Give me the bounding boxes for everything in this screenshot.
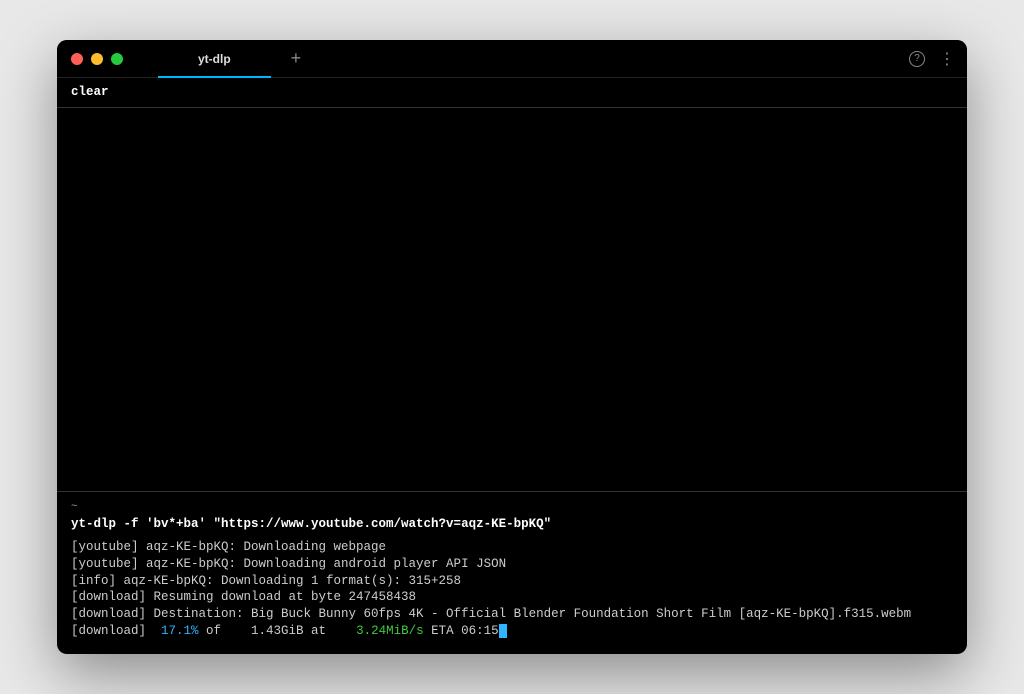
new-tab-button[interactable]: + [291,48,302,69]
progress-line: [download] 17.1% of 1.43GiB at 3.24MiB/s… [71,623,953,640]
output-line: [youtube] aqz-KE-bpKQ: Downloading andro… [71,556,953,573]
tab-bar: yt-dlp + [158,40,301,77]
output-line: [download] Resuming download at byte 247… [71,589,953,606]
terminal-window: yt-dlp + ? ⋮ clear ~ yt-dlp -f 'bv*+ba' … [57,40,967,654]
tab-active[interactable]: yt-dlp [158,41,271,78]
output-line: [download] Destination: Big Buck Bunny 6… [71,606,953,623]
plus-icon: + [291,48,302,68]
terminal-body[interactable]: clear ~ yt-dlp -f 'bv*+ba' "https://www.… [57,78,967,654]
titlebar-right: ? ⋮ [909,49,967,69]
close-icon[interactable] [71,53,83,65]
cursor-icon [499,624,507,638]
output-line: [info] aqz-KE-bpKQ: Downloading 1 format… [71,573,953,590]
tab-title: yt-dlp [198,52,231,66]
menu-icon[interactable]: ⋮ [939,49,953,69]
maximize-icon[interactable] [111,53,123,65]
upper-pane: clear [57,78,967,108]
progress-speed: 3.24MiB/s [356,624,424,638]
lower-pane: ~ yt-dlp -f 'bv*+ba' "https://www.youtub… [57,492,967,654]
traffic-lights [57,53,123,65]
titlebar: yt-dlp + ? ⋮ [57,40,967,78]
empty-pane [57,108,967,492]
upper-command: clear [71,85,109,99]
minimize-icon[interactable] [91,53,103,65]
command-line: yt-dlp -f 'bv*+ba' "https://www.youtube.… [71,516,953,533]
output-line: [youtube] aqz-KE-bpKQ: Downloading webpa… [71,539,953,556]
help-icon[interactable]: ? [909,51,925,67]
progress-percent: 17.1% [161,624,199,638]
cwd-indicator: ~ [71,500,953,515]
